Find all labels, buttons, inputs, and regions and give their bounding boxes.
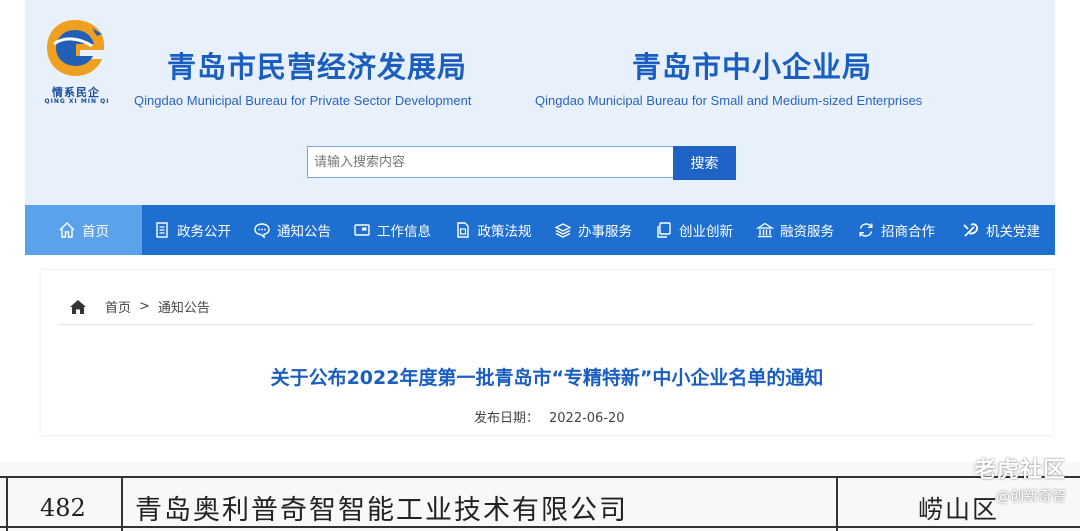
site-logo-icon[interactable] bbox=[40, 14, 110, 84]
logo-en-text: QING XI MIN QI bbox=[44, 98, 110, 105]
nav-label: 创业创新 bbox=[679, 224, 733, 240]
main-nav: 首页 政务公开 通知公告 工作信息 政策法规 办事服务 创业创新 融资服务 招商… bbox=[25, 205, 1055, 255]
nav-label: 首页 bbox=[82, 224, 109, 240]
watermark-main: 老虎社区 bbox=[973, 458, 1066, 483]
publish-date-value: 2022-06-20 bbox=[549, 411, 625, 426]
refresh-icon bbox=[859, 223, 873, 237]
copy-icon bbox=[657, 222, 671, 238]
nav-label: 招商合作 bbox=[881, 224, 935, 240]
nav-item-entrepreneurship[interactable]: 创业创新 bbox=[643, 205, 745, 255]
layers-icon bbox=[554, 223, 572, 238]
watermark: 老虎社区 @创新奇智 bbox=[974, 452, 1066, 506]
publish-date-label: 发布日期： bbox=[474, 411, 540, 426]
nav-item-services[interactable]: 办事服务 bbox=[543, 205, 643, 255]
home-icon bbox=[59, 222, 75, 238]
nav-label: 政策法规 bbox=[477, 224, 532, 240]
monitor-icon bbox=[354, 224, 370, 236]
breadcrumb-home[interactable]: 首页 bbox=[105, 297, 131, 316]
publish-date: 发布日期： 2022-06-20 bbox=[474, 407, 625, 426]
org1-subtitle: Qingdao Municipal Bureau for Private Sec… bbox=[134, 93, 472, 108]
nav-item-party-building[interactable]: 机关党建 bbox=[947, 205, 1055, 255]
party-icon bbox=[963, 223, 978, 237]
org2-subtitle: Qingdao Municipal Bureau for Small and M… bbox=[535, 93, 923, 108]
breadcrumb: 首页 > 通知公告 bbox=[69, 297, 210, 316]
table-line bbox=[836, 476, 838, 531]
org1-title: 青岛市民营经济发展局 bbox=[167, 50, 468, 84]
nav-item-policies[interactable]: 政策法规 bbox=[442, 205, 543, 255]
nav-label: 办事服务 bbox=[578, 224, 632, 240]
document-icon bbox=[156, 222, 168, 238]
table-row-company: 青岛奥利普奇智智能工业技术有限公司 bbox=[135, 495, 628, 526]
nav-label: 融资服务 bbox=[780, 224, 834, 240]
home-icon[interactable] bbox=[69, 299, 87, 315]
article-title: 关于公布2022年度第一批青岛市“专精特新”中小企业名单的通知 bbox=[270, 367, 824, 389]
file-icon bbox=[456, 222, 469, 238]
table-line bbox=[0, 476, 1080, 478]
nav-item-financing[interactable]: 融资服务 bbox=[745, 205, 845, 255]
nav-label: 工作信息 bbox=[377, 224, 431, 240]
org2-title: 青岛市中小企业局 bbox=[632, 50, 873, 84]
nav-item-investment[interactable]: 招商合作 bbox=[845, 205, 947, 255]
nav-item-gov-affairs[interactable]: 政务公开 bbox=[142, 205, 242, 255]
nav-label: 通知公告 bbox=[277, 224, 331, 240]
nav-label: 政务公开 bbox=[177, 224, 231, 240]
nav-item-home[interactable]: 首页 bbox=[25, 205, 142, 255]
bank-icon bbox=[756, 222, 774, 238]
search-button[interactable]: 搜索 bbox=[673, 146, 736, 180]
nav-item-notices[interactable]: 通知公告 bbox=[242, 205, 342, 255]
nav-item-work-info[interactable]: 工作信息 bbox=[342, 205, 442, 255]
table-line bbox=[6, 476, 8, 531]
breadcrumb-separator: > bbox=[139, 299, 150, 314]
breadcrumb-current[interactable]: 通知公告 bbox=[158, 297, 210, 316]
nav-label: 机关党建 bbox=[986, 224, 1040, 240]
divider bbox=[59, 324, 1035, 325]
search-input[interactable] bbox=[307, 146, 679, 178]
article-panel: 首页 > 通知公告 关于公布2022年度第一批青岛市“专精特新”中小企业名单的通… bbox=[41, 270, 1053, 435]
watermark-sub: @创新奇智 bbox=[996, 489, 1066, 505]
chat-icon bbox=[254, 223, 270, 239]
table-row-number: 482 bbox=[40, 494, 86, 522]
table-line bbox=[121, 476, 123, 531]
